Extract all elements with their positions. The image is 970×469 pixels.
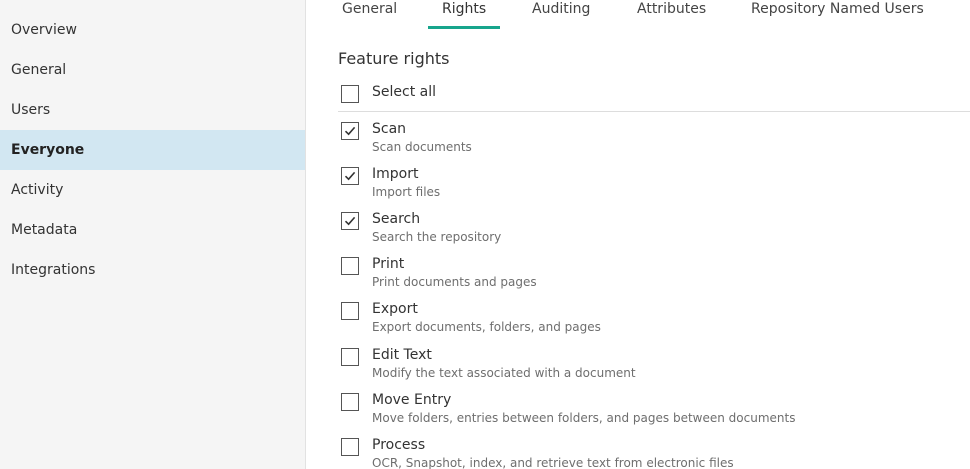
- sidebar-item-activity[interactable]: Activity: [0, 170, 305, 210]
- tab-bar: General Rights Auditing Attributes Repos…: [306, 0, 970, 29]
- tab-auditing[interactable]: Auditing: [532, 0, 590, 26]
- right-description: Export documents, folders, and pages: [372, 320, 601, 334]
- right-description: Print documents and pages: [372, 275, 537, 289]
- search-checkbox[interactable]: [341, 212, 359, 230]
- right-description: Modify the text associated with a docume…: [372, 366, 636, 380]
- select-all-label[interactable]: Select all: [372, 84, 436, 100]
- section-title: Feature rights: [338, 49, 450, 68]
- import-checkbox[interactable]: [341, 167, 359, 185]
- right-label[interactable]: Search: [372, 211, 420, 227]
- sidebar-item-everyone[interactable]: Everyone: [0, 130, 305, 170]
- select-all-checkbox[interactable]: [341, 85, 359, 103]
- right-label[interactable]: Import: [372, 166, 418, 182]
- checkmark-icon: [344, 126, 356, 136]
- right-label[interactable]: Print: [372, 256, 404, 272]
- print-checkbox[interactable]: [341, 257, 359, 275]
- process-checkbox[interactable]: [341, 438, 359, 456]
- tab-rights[interactable]: Rights: [428, 0, 501, 29]
- right-description: Search the repository: [372, 230, 502, 244]
- move-entry-checkbox[interactable]: [341, 393, 359, 411]
- divider: [338, 111, 970, 112]
- right-label[interactable]: Edit Text: [372, 347, 432, 363]
- right-description: Move folders, entries between folders, a…: [372, 411, 796, 425]
- app-window: Overview General Users Everyone Activity…: [0, 0, 970, 469]
- tab-general[interactable]: General: [342, 0, 397, 26]
- checkmark-icon: [344, 216, 356, 226]
- right-description: Import files: [372, 185, 441, 199]
- right-label[interactable]: Move Entry: [372, 392, 451, 408]
- main-panel: General Rights Auditing Attributes Repos…: [306, 0, 970, 469]
- right-description: Scan documents: [372, 140, 472, 154]
- checkmark-icon: [344, 171, 356, 181]
- right-description: OCR, Snapshot, index, and retrieve text …: [372, 456, 734, 469]
- sidebar-item-overview[interactable]: Overview: [0, 10, 305, 50]
- sidebar-nav: Overview General Users Everyone Activity…: [0, 10, 305, 290]
- sidebar-item-integrations[interactable]: Integrations: [0, 250, 305, 290]
- sidebar-item-users[interactable]: Users: [0, 90, 305, 130]
- right-label[interactable]: Scan: [372, 121, 406, 137]
- sidebar-item-general[interactable]: General: [0, 50, 305, 90]
- right-label[interactable]: Process: [372, 437, 425, 453]
- scan-checkbox[interactable]: [341, 122, 359, 140]
- export-checkbox[interactable]: [341, 302, 359, 320]
- edit-text-checkbox[interactable]: [341, 348, 359, 366]
- tab-attributes[interactable]: Attributes: [637, 0, 706, 26]
- sidebar-item-metadata[interactable]: Metadata: [0, 210, 305, 250]
- right-label[interactable]: Export: [372, 301, 418, 317]
- tab-repository-named-users[interactable]: Repository Named Users: [751, 0, 924, 26]
- sidebar: Overview General Users Everyone Activity…: [0, 0, 306, 469]
